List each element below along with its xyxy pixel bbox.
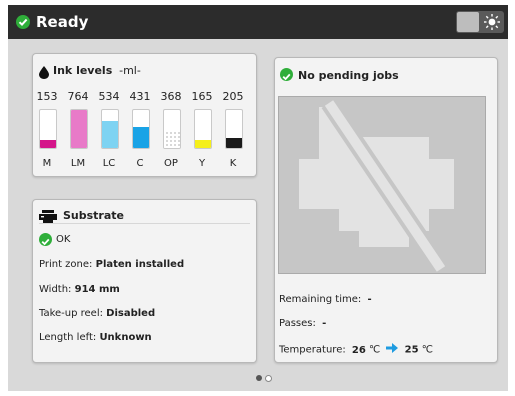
ink-values-row: 153 764 534 431 368 165 205 xyxy=(33,90,256,104)
substrate-row-length-left: Length left: Unknown xyxy=(39,332,152,343)
passes-label: Passes: xyxy=(279,318,316,329)
print-zone-value: Platen installed xyxy=(95,259,185,270)
ink-fill-m xyxy=(40,140,56,148)
no-jobs-icon xyxy=(299,97,454,275)
printer-front-panel: Ready Ink levels -ml- 153 764 534 431 36… xyxy=(8,5,508,391)
remaining-time-value: - xyxy=(367,294,372,305)
width-value: 914 mm xyxy=(74,284,120,295)
passes-value: - xyxy=(322,318,327,329)
remaining-time-label: Remaining time: xyxy=(279,294,362,305)
ink-fill-y xyxy=(195,140,211,148)
ink-tank-y xyxy=(194,109,212,149)
ink-label-op: OP xyxy=(164,158,178,169)
substrate-row-width: Width: 914 mm xyxy=(39,284,120,295)
ink-value-y: 165 xyxy=(191,90,213,103)
ink-value-lm: 764 xyxy=(67,90,89,103)
substrate-row-print-zone: Print zone: Platen installed xyxy=(39,259,184,270)
remaining-time-row: Remaining time: - xyxy=(279,294,372,305)
ink-label-lc: LC xyxy=(102,158,116,169)
print-zone-label: Print zone: xyxy=(39,259,93,270)
printer-icon xyxy=(39,208,57,227)
jobs-title: No pending jobs xyxy=(298,69,399,82)
ink-label-y: Y xyxy=(198,158,206,169)
ink-fill-k xyxy=(226,138,242,148)
take-up-reel-value: Disabled xyxy=(106,308,156,319)
ink-value-lc: 534 xyxy=(98,90,120,103)
ink-levels-card[interactable]: Ink levels -ml- 153 764 534 431 368 165 … xyxy=(32,53,257,177)
ink-value-k: 205 xyxy=(222,90,244,103)
substrate-card[interactable]: Substrate OK Print zone: Platen installe… xyxy=(32,199,257,363)
brightness-icon xyxy=(481,12,503,32)
ink-drop-icon xyxy=(39,64,49,83)
temperature-target: 25 xyxy=(404,344,419,356)
substrate-row-take-up-reel: Take-up reel: Disabled xyxy=(39,308,155,319)
ink-unit: -ml- xyxy=(119,64,141,77)
ink-fill-lm xyxy=(71,110,87,148)
ink-tank-lm xyxy=(70,109,88,149)
status-bar: Ready xyxy=(8,5,508,39)
ink-fill-c xyxy=(133,127,149,148)
ink-tank-k xyxy=(225,109,243,149)
ink-value-op: 368 xyxy=(160,90,182,103)
ink-label-k: K xyxy=(229,158,237,169)
check-circle-icon xyxy=(280,68,293,81)
page-dot-1[interactable] xyxy=(256,375,262,381)
temperature-current: 26 xyxy=(351,344,366,356)
jobs-card[interactable]: No pending jobs Remaining time: - Passes… xyxy=(274,57,498,363)
printer-status: Ready xyxy=(36,13,89,31)
ink-value-c: 431 xyxy=(129,90,151,103)
width-label: Width: xyxy=(39,284,72,295)
take-up-reel-label: Take-up reel: xyxy=(39,308,103,319)
ink-fill-lc xyxy=(102,121,118,148)
ink-levels-title: Ink levels xyxy=(53,64,113,77)
check-circle-icon xyxy=(39,233,52,246)
arrow-right-icon xyxy=(386,343,399,356)
temperature-unit-target: ℃ xyxy=(421,344,433,356)
substrate-divider xyxy=(39,223,250,224)
substrate-status: OK xyxy=(56,234,71,245)
ink-label-lm: LM xyxy=(70,158,86,169)
temperature-row: Temperature: 26 ℃ 25 ℃ xyxy=(279,343,433,356)
substrate-title: Substrate xyxy=(63,209,124,222)
temperature-unit-current: ℃ xyxy=(369,344,381,356)
check-circle-icon xyxy=(16,15,30,29)
ink-value-m: 153 xyxy=(36,90,58,103)
ink-tank-m xyxy=(39,109,57,149)
job-preview xyxy=(278,96,486,275)
passes-row: Passes: - xyxy=(279,318,326,329)
page-dot-2[interactable] xyxy=(265,375,272,382)
length-left-label: Length left: xyxy=(39,332,97,343)
ink-tank-c xyxy=(132,109,150,149)
ink-fill-op xyxy=(164,130,180,148)
ink-label-m: M xyxy=(42,158,52,169)
ink-label-c: C xyxy=(136,158,144,169)
ink-tank-lc xyxy=(101,109,119,149)
temperature-label: Temperature: xyxy=(279,344,346,356)
ink-tank-op xyxy=(163,109,181,149)
length-left-value: Unknown xyxy=(99,332,152,343)
brightness-toggle[interactable] xyxy=(457,12,479,32)
brightness-button[interactable] xyxy=(456,11,504,33)
